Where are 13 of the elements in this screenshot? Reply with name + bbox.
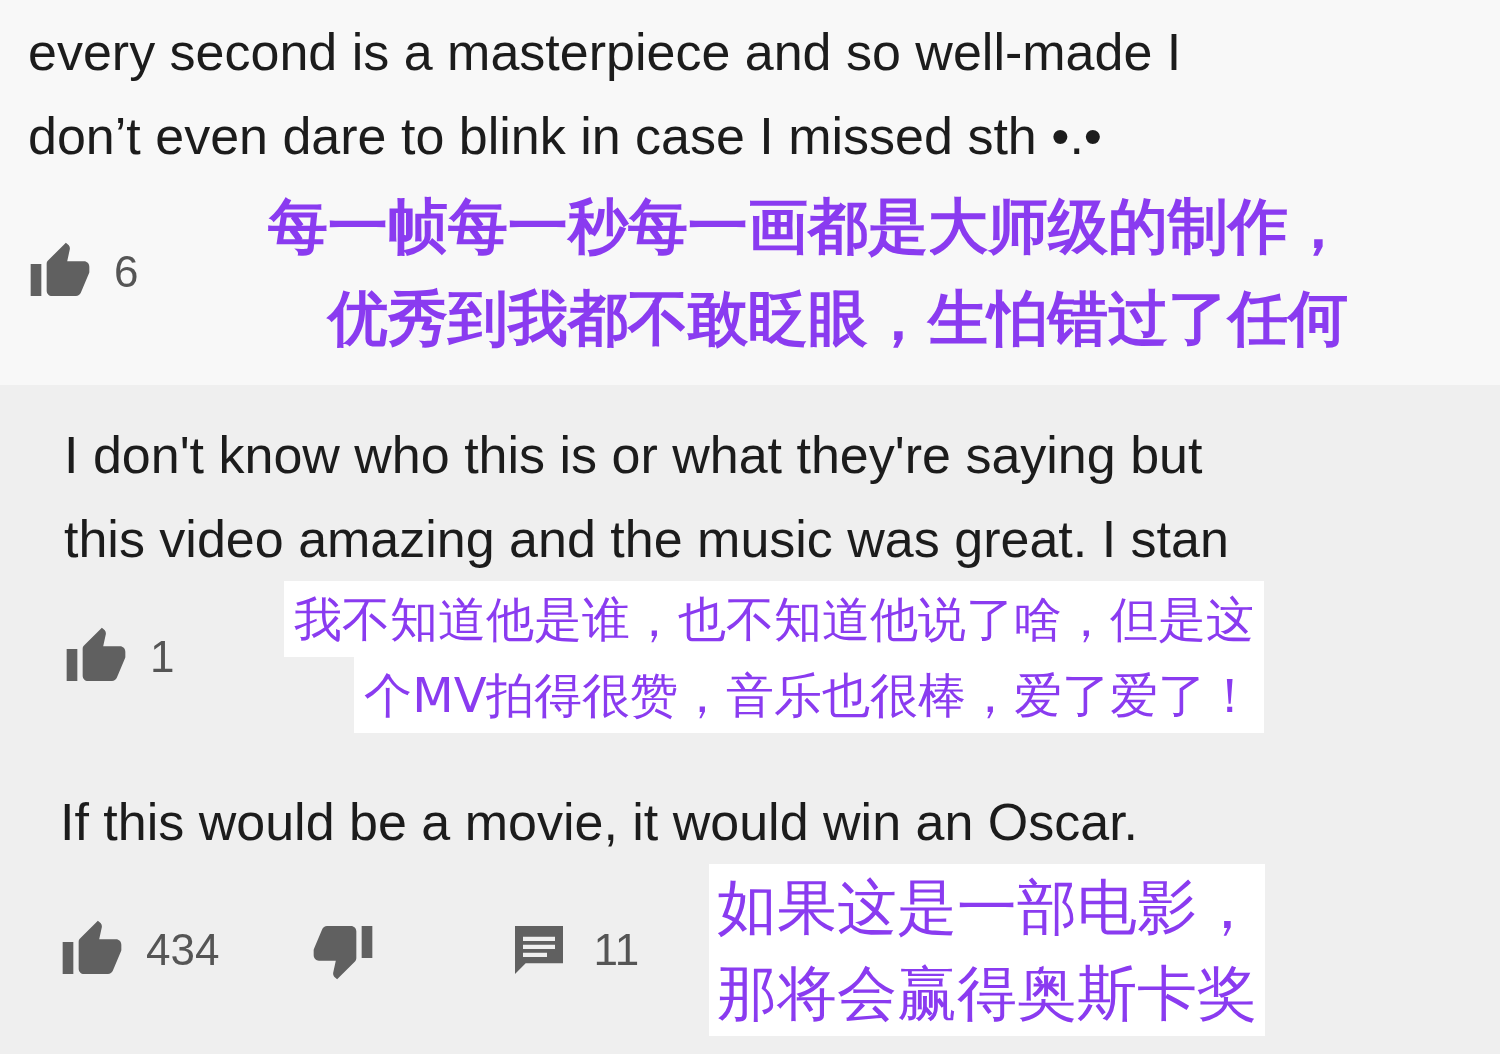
reply-count: 11 bbox=[593, 925, 640, 975]
comment-text: If this would be a movie, it would win an Oscar. bbox=[60, 792, 1140, 853]
like-count: 6 bbox=[114, 247, 139, 297]
like-count: 1 bbox=[150, 632, 175, 682]
comment-text: every second is a masterpiece and so well-made I don’t even dare to blink in case I missed sth •.• bbox=[28, 22, 1183, 167]
translation-text: 如果这是一部电影， bbox=[709, 864, 1266, 950]
like-count: 434 bbox=[146, 925, 220, 975]
comment-text: I don't know who this is or what they're saying but this video amazing and the music was great. I stan bbox=[64, 425, 1230, 570]
translation-text: 个MV拍得很赞，音乐也很棒，爱了爱了！ bbox=[354, 657, 1265, 733]
translation-text: 那将会赢得奥斯卡奖 bbox=[709, 950, 1266, 1036]
translation-text: 我不知道他是谁，也不知道他说了啥，但是这 bbox=[284, 581, 1265, 657]
translation-text: 每一帧每一秒每一画都是大师级的制作， bbox=[268, 190, 1349, 263]
translation-text: 优秀到我都不敢眨眼，生怕错过了任何 bbox=[328, 282, 1349, 355]
